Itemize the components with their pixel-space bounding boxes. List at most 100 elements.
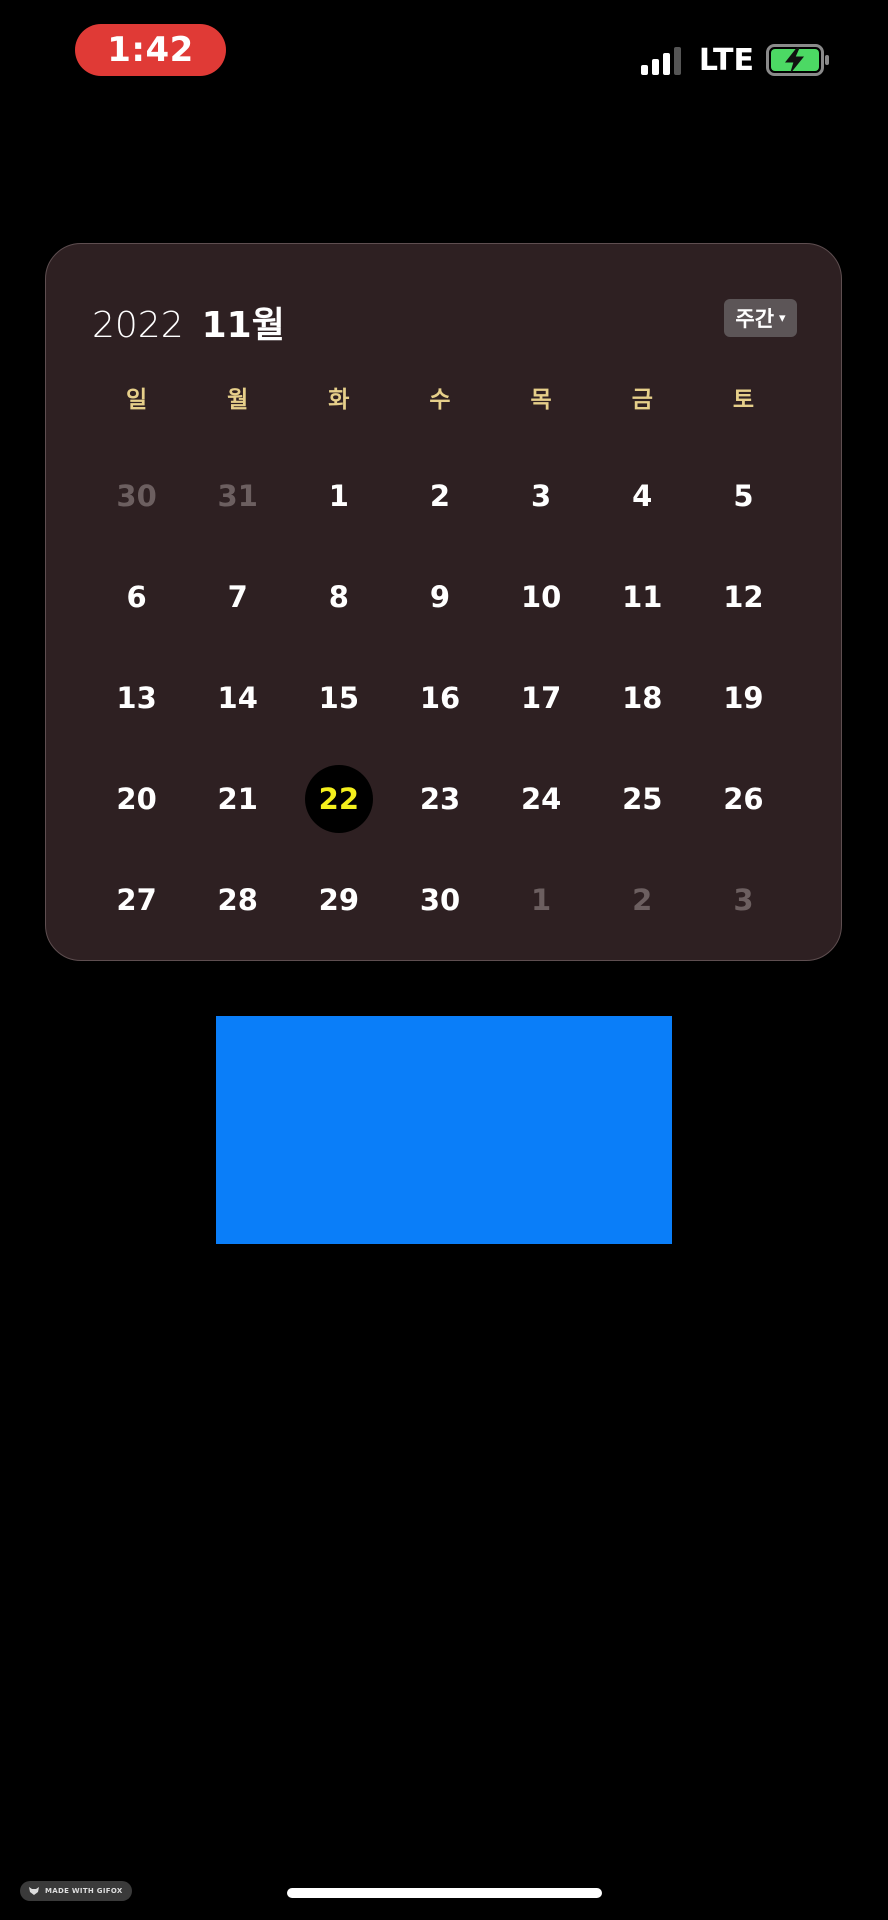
weekday-label: 금 bbox=[631, 387, 653, 413]
calendar-day[interactable]: 23 bbox=[389, 748, 490, 849]
calendar-day[interactable]: 11 bbox=[592, 546, 693, 647]
watermark-label: MADE WITH GIFOX bbox=[45, 1887, 123, 1895]
calendar-week-row: 30 31 1 2 3 4 5 bbox=[86, 445, 794, 546]
calendar-week-row: 13 14 15 16 17 18 19 bbox=[86, 647, 794, 748]
weekday-label: 목 bbox=[530, 387, 552, 413]
days-grid: 30 31 1 2 3 4 5 6 7 8 9 10 11 12 13 14 15 16 17 18 19 20 21 22 2… bbox=[86, 445, 794, 950]
calendar-day[interactable]: 13 bbox=[86, 647, 187, 748]
calendar-day-outside-month[interactable]: 2 bbox=[592, 849, 693, 950]
weekday-label: 화 bbox=[328, 387, 350, 413]
calendar-day[interactable]: 16 bbox=[389, 647, 490, 748]
calendar-day-number: 7 bbox=[227, 579, 248, 614]
calendar-day[interactable]: 3 bbox=[491, 445, 592, 546]
calendar-day[interactable]: 12 bbox=[693, 546, 794, 647]
calendar-day-number: 9 bbox=[429, 579, 451, 614]
calendar-day[interactable]: 27 bbox=[86, 849, 187, 950]
calendar-month: 11월 bbox=[201, 305, 285, 346]
calendar-day[interactable]: 14 bbox=[187, 647, 288, 748]
signal-icon bbox=[640, 45, 685, 75]
calendar-day-number: 28 bbox=[217, 882, 258, 917]
calendar-day[interactable]: 4 bbox=[592, 445, 693, 546]
calendar-day-number: 4 bbox=[632, 478, 653, 513]
calendar-day-number: 2 bbox=[429, 478, 451, 513]
weekday-header-row: 일 월 화 수 목 금 토 bbox=[86, 380, 794, 414]
view-mode-dropdown[interactable]: 주간 ▾ bbox=[724, 299, 797, 337]
calendar-day-number: 1 bbox=[531, 882, 552, 917]
fox-logo-icon bbox=[29, 1887, 39, 1895]
calendar-day[interactable]: 28 bbox=[187, 849, 288, 950]
status-time-label: 1:42 bbox=[107, 30, 194, 70]
calendar-day-outside-month[interactable]: 30 bbox=[86, 445, 187, 546]
calendar-day-number: 27 bbox=[116, 882, 157, 917]
calendar-day-outside-month[interactable]: 1 bbox=[491, 849, 592, 950]
calendar-day[interactable]: 30 bbox=[389, 849, 490, 950]
calendar-header: 2022 11월 bbox=[92, 296, 285, 348]
weekday-label: 월 bbox=[227, 387, 249, 413]
status-indicators: LTE bbox=[640, 40, 830, 80]
calendar-day-number: 21 bbox=[217, 781, 258, 816]
calendar-day-number: 30 bbox=[419, 882, 461, 917]
calendar-day-number: 22 bbox=[318, 781, 360, 816]
calendar-day-number: 18 bbox=[622, 680, 663, 715]
view-mode-label: 주간 bbox=[735, 307, 775, 331]
calendar-week-row: 6 7 8 9 10 11 12 bbox=[86, 546, 794, 647]
calendar-day-number: 23 bbox=[419, 781, 461, 816]
calendar-day-number: 17 bbox=[520, 680, 562, 715]
blue-content-block[interactable] bbox=[216, 1016, 672, 1244]
calendar-day-number: 24 bbox=[520, 781, 562, 816]
calendar-day-outside-month[interactable]: 3 bbox=[693, 849, 794, 950]
calendar-day[interactable]: 8 bbox=[288, 546, 389, 647]
calendar-day-number: 12 bbox=[723, 579, 764, 614]
home-indicator[interactable] bbox=[287, 1888, 602, 1898]
calendar-day-today[interactable]: 22 bbox=[288, 748, 389, 849]
calendar-day[interactable]: 10 bbox=[491, 546, 592, 647]
calendar-day[interactable]: 29 bbox=[288, 849, 389, 950]
network-label: LTE bbox=[698, 42, 754, 78]
calendar-day[interactable]: 9 bbox=[389, 546, 490, 647]
calendar-day[interactable]: 1 bbox=[288, 445, 389, 546]
calendar-day[interactable]: 24 bbox=[491, 748, 592, 849]
calendar-day-number: 6 bbox=[126, 579, 147, 614]
calendar-day-number: 3 bbox=[733, 882, 754, 917]
calendar-day-number: 25 bbox=[622, 781, 663, 816]
screen: 1:42 LTE 2022 11월 주간 ▾ 일 월 화 수 목 금 토 30 … bbox=[0, 0, 888, 1920]
calendar-day-number: 20 bbox=[116, 781, 157, 816]
calendar-week-row: 20 21 22 23 24 25 26 bbox=[86, 748, 794, 849]
calendar-day[interactable]: 2 bbox=[389, 445, 490, 546]
calendar-day[interactable]: 17 bbox=[491, 647, 592, 748]
calendar-day-number: 3 bbox=[531, 478, 552, 513]
calendar-day-number: 1 bbox=[328, 478, 349, 513]
calendar-day[interactable]: 6 bbox=[86, 546, 187, 647]
calendar-widget: 2022 11월 주간 ▾ 일 월 화 수 목 금 토 30 31 1 2 3 4 5 6 7 8… bbox=[45, 243, 842, 961]
gifox-watermark: MADE WITH GIFOX bbox=[20, 1881, 132, 1901]
calendar-day-number: 15 bbox=[318, 680, 360, 715]
calendar-day-number: 2 bbox=[632, 882, 653, 917]
calendar-day[interactable]: 21 bbox=[187, 748, 288, 849]
calendar-day-number: 19 bbox=[723, 680, 764, 715]
chevron-down-icon: ▾ bbox=[779, 310, 786, 326]
calendar-day[interactable]: 20 bbox=[86, 748, 187, 849]
calendar-day-number: 10 bbox=[520, 579, 562, 614]
calendar-day[interactable]: 7 bbox=[187, 546, 288, 647]
calendar-day-number: 30 bbox=[116, 478, 157, 513]
calendar-day[interactable]: 19 bbox=[693, 647, 794, 748]
calendar-day[interactable]: 26 bbox=[693, 748, 794, 849]
calendar-day-outside-month[interactable]: 31 bbox=[187, 445, 288, 546]
calendar-day-number: 11 bbox=[622, 579, 663, 614]
calendar-day[interactable]: 25 bbox=[592, 748, 693, 849]
calendar-day-number: 31 bbox=[217, 478, 258, 513]
calendar-day-number: 13 bbox=[116, 680, 157, 715]
calendar-day-number: 29 bbox=[318, 882, 360, 917]
weekday-label: 일 bbox=[125, 387, 148, 413]
weekday-label: 토 bbox=[732, 387, 754, 413]
calendar-day[interactable]: 5 bbox=[693, 445, 794, 546]
calendar-day[interactable]: 18 bbox=[592, 647, 693, 748]
calendar-day-number: 16 bbox=[419, 680, 461, 715]
calendar-day-number: 5 bbox=[733, 478, 754, 513]
calendar-day-number: 8 bbox=[328, 579, 349, 614]
calendar-year: 2022 bbox=[92, 305, 184, 346]
calendar-week-row: 27 28 29 30 1 2 3 bbox=[86, 849, 794, 950]
weekday-label: 수 bbox=[429, 387, 451, 413]
status-time[interactable]: 1:42 bbox=[75, 24, 226, 76]
calendar-day[interactable]: 15 bbox=[288, 647, 389, 748]
